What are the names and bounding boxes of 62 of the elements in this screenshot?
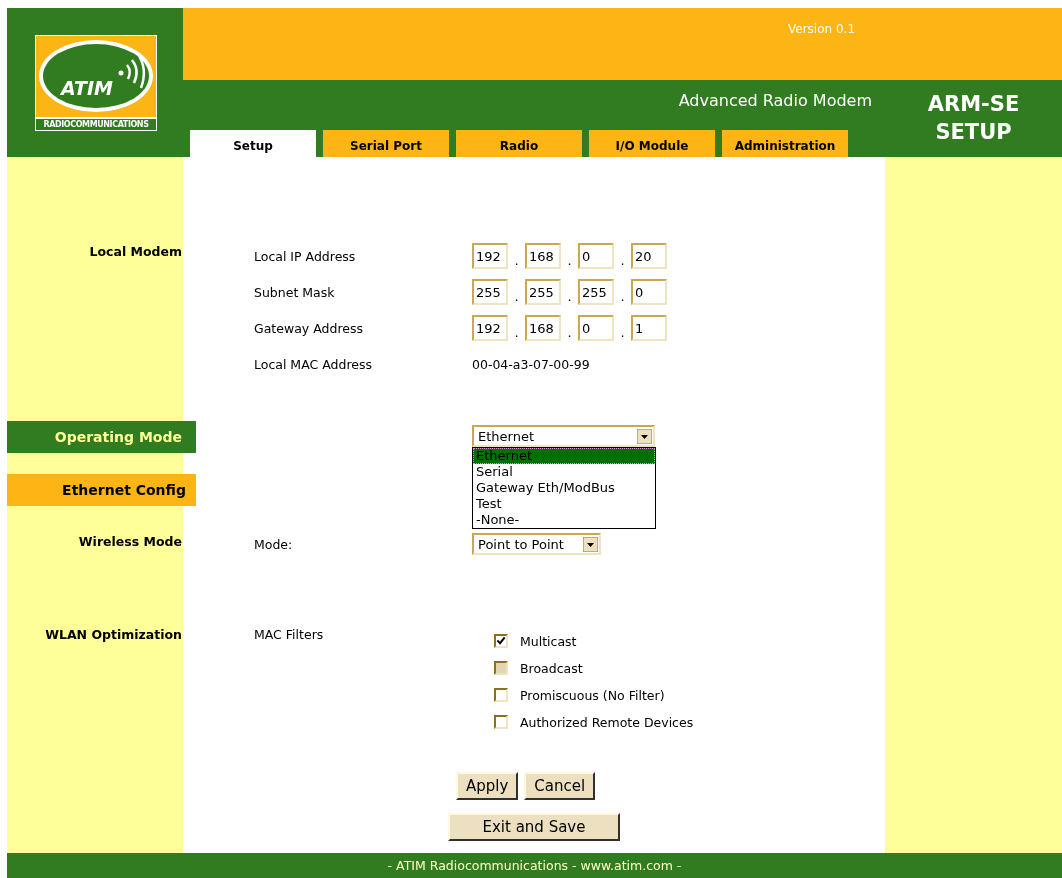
page-title: ARM-SE SETUP (926, 91, 1021, 146)
ip-separator: . (566, 252, 573, 268)
checkbox[interactable] (494, 687, 508, 702)
checkbox[interactable] (494, 714, 508, 729)
section-heading: Wireless Mode (78, 534, 183, 550)
ip-octet-field[interactable]: 168 (525, 243, 561, 269)
ip-separator: . (619, 252, 626, 268)
ip-separator: . (513, 324, 520, 340)
ip-separator: . (619, 288, 626, 304)
footer-text: - ATIM Radiocommunications - www.atim.com - (387, 858, 682, 873)
checkbox[interactable] (494, 633, 508, 648)
nav-tab[interactable]: Administration (722, 130, 848, 157)
mac-address-value: 00-04-a3-07-00-99 (472, 356, 590, 372)
field-label: Local IP Address (254, 248, 357, 264)
nav-tab[interactable]: Radio (456, 130, 582, 157)
wireless-mode-select[interactable]: Point to Point (472, 533, 601, 555)
exit-save-button[interactable]: Exit and Save (448, 813, 620, 841)
field-label: MAC Filters (254, 627, 325, 644)
section-heading: Operating Mode (7, 421, 196, 453)
nav-tab[interactable]: Setup (190, 130, 316, 157)
field-label: Subnet Mask (254, 284, 336, 300)
dropdown-option[interactable]: Test (473, 496, 655, 512)
ip-octet-field[interactable]: 0 (578, 315, 614, 341)
form-button[interactable]: Cancel (524, 772, 596, 800)
section-heading: Local Modem (89, 244, 183, 260)
checkbox-label: Promiscuous (No Filter) (520, 688, 665, 703)
section-heading: WLAN Optimization (45, 627, 183, 643)
dropdown-option[interactable]: Gateway Eth/ModBus (473, 480, 655, 496)
caret-icon (583, 536, 598, 552)
ip-separator: . (513, 252, 520, 268)
checkbox-label: Broadcast (520, 661, 583, 676)
ip-octet-field[interactable]: 255 (472, 279, 508, 305)
ip-separator: . (566, 324, 573, 340)
ip-octet-field[interactable]: 0 (631, 279, 667, 305)
section-heading: Ethernet Config (7, 474, 196, 506)
logo-tagline: RADIOCOMMUNICATIONS (36, 119, 156, 130)
field-label: Gateway Address (254, 320, 364, 336)
form-button[interactable]: Apply (456, 772, 519, 800)
field-label: Mode: (254, 536, 294, 552)
version-label: Version 0.1 (788, 22, 856, 38)
caret-icon (637, 428, 652, 444)
product-subtitle: Advanced Radio Modem (678, 90, 872, 112)
ip-octet-field[interactable]: 255 (578, 279, 614, 305)
atim-logo: ATIM (36, 36, 156, 118)
dropdown-option[interactable]: Serial (473, 464, 655, 480)
checkbox-label: Authorized Remote Devices (520, 715, 694, 730)
ip-octet-field[interactable]: 168 (525, 315, 561, 341)
nav-tab[interactable]: I/O Module (589, 130, 715, 157)
dropdown-option[interactable]: -None- (473, 512, 655, 528)
ip-octet-field[interactable]: 192 (472, 315, 508, 341)
checkbox-label: Multicast (520, 634, 577, 649)
operating-mode-select[interactable]: Ethernet (472, 425, 655, 447)
ip-octet-field[interactable]: 1 (631, 315, 667, 341)
ip-separator: . (513, 288, 520, 304)
field-label: Local MAC Address (254, 356, 373, 372)
ip-octet-field[interactable]: 20 (631, 243, 667, 269)
ip-octet-field[interactable]: 0 (578, 243, 614, 269)
nav-tab[interactable]: Serial Port (323, 130, 449, 157)
ip-octet-field[interactable]: 192 (472, 243, 508, 269)
ip-separator: . (566, 288, 573, 304)
ip-octet-field[interactable]: 255 (525, 279, 561, 305)
ip-separator: . (619, 324, 626, 340)
